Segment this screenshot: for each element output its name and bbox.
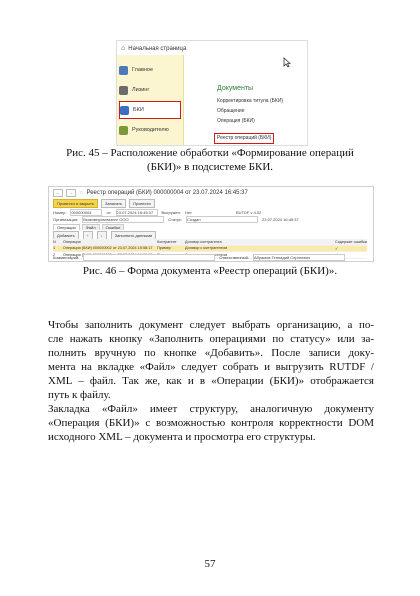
form-title-bar: ← → ☆ Реестр операций (БКИ) 000000004 от… xyxy=(53,189,248,197)
cell: Операция (БКИ) 000000002 от 23.07.2024 1… xyxy=(63,246,153,251)
responsible-label: Ответственный: xyxy=(219,255,249,260)
number-label: Номер: xyxy=(53,210,67,215)
sidebar-item-bki[interactable]: БКИ xyxy=(119,101,181,119)
sidebar-item-label: Руководителю xyxy=(132,127,169,133)
text-line: путь к файлу. xyxy=(48,389,111,401)
organization-row: Организация: Выжимпромлизинг ООО Статус:… xyxy=(53,216,299,223)
cursor-icon xyxy=(283,57,291,68)
cell: 1 xyxy=(53,246,56,251)
format-version: RUTDF v 4.02 xyxy=(235,210,262,215)
menu-icon xyxy=(119,65,128,75)
tab-errors[interactable]: Ошибки xyxy=(101,224,125,230)
organization-label: Организация: xyxy=(53,217,79,222)
cell: Пример xyxy=(157,246,171,251)
link-request[interactable]: Обращение xyxy=(217,106,283,116)
sidebar-item-label: БКИ xyxy=(133,107,144,113)
form-title: Реестр операций (БКИ) 000000004 от 23.07… xyxy=(86,190,248,196)
text-line: мента на вкладке «Файл» следует собрать … xyxy=(48,361,374,373)
sidebar-item-leasing[interactable]: Лизинг xyxy=(119,81,181,99)
check-icon: ✓ xyxy=(335,246,339,251)
star-icon[interactable]: ☆ xyxy=(79,190,83,196)
paragraph-2: Закладка «Файл» имеет структуру, аналоги… xyxy=(48,402,374,444)
save-button[interactable]: Записать xyxy=(100,199,127,208)
column-header[interactable]: Содержит ошибки xyxy=(335,240,367,244)
text-line: полнить вручную по кнопке «Добавить». По… xyxy=(48,347,374,359)
chart-icon xyxy=(119,125,128,135)
text-line: Закладка «Файл» имеет структуру, аналоги… xyxy=(48,403,374,415)
figure-46-caption: Рис. 46 – Форма документа «Реестр операц… xyxy=(82,265,338,277)
figure-45-screenshot: ⌂ Начальная страница Главное Лизинг БКИ … xyxy=(116,40,308,146)
figure-46-screenshot: ← → ☆ Реестр операций (БКИ) 000000004 от… xyxy=(48,186,374,262)
date-field[interactable]: 23.07.2024 16:45:37 xyxy=(115,209,158,216)
home-icon: ⌂ xyxy=(121,45,126,52)
paragraph-1: Чтобы заполнить документ следует выбрать… xyxy=(48,318,374,402)
status-label: Статус: xyxy=(168,217,183,222)
post-and-close-button[interactable]: Провести и закрыть xyxy=(53,199,98,208)
link-operation[interactable]: Операция (БКИ) xyxy=(217,116,283,126)
sidebar-item-label: Лизинг xyxy=(132,87,150,93)
tab-operations[interactable]: Операции xyxy=(53,224,80,230)
sidebar-item-label: Главное xyxy=(132,67,154,73)
home-label: Начальная страница xyxy=(128,45,187,52)
number-row: Номер: 000000004 от: 23.07.2024 16:45:37… xyxy=(53,209,261,216)
uploaded-value: Нет xyxy=(184,210,192,215)
bki-icon xyxy=(120,105,129,115)
post-button[interactable]: Провести xyxy=(129,199,155,208)
comment-label: Комментарий: xyxy=(53,255,80,260)
text-line: Чтобы заполнить документ следует выбрать… xyxy=(48,319,374,331)
sidebar-item-main[interactable]: Главное xyxy=(119,61,181,79)
caption-line: Рис. 45 – Расположение обработки «Формир… xyxy=(66,147,354,159)
page-number: 57 xyxy=(204,558,216,570)
responsible-field[interactable]: Абрамов Геннадий Сергеевич xyxy=(253,254,345,261)
link-operations-registry[interactable]: Реестр операций (БКИ) xyxy=(214,133,275,144)
date-label: от: xyxy=(106,210,112,215)
sidebar-item-manager[interactable]: Руководителю xyxy=(119,121,181,139)
documents-section: Документы Корректировка титула (БКИ) Обр… xyxy=(214,85,283,144)
home-tab[interactable]: ⌂ Начальная страница xyxy=(121,45,186,52)
column-header[interactable]: Операция xyxy=(63,240,157,244)
tab-file[interactable]: Файл xyxy=(81,224,100,230)
form-toolbar: Провести и закрыть Записать Провести xyxy=(53,199,155,208)
text-line: исходного XML – документа и просмотра ег… xyxy=(48,431,316,443)
uploaded-label: Выгружен: xyxy=(161,210,181,215)
number-field[interactable]: 000000004 xyxy=(70,209,103,216)
back-icon[interactable]: ← xyxy=(53,189,63,197)
sidebar: Главное Лизинг БКИ Руководителю xyxy=(117,55,184,145)
link-title-correction[interactable]: Корректировка титула (БКИ) xyxy=(217,96,283,106)
status-date: 23.07.2024 16:45:37 xyxy=(262,217,299,222)
column-header[interactable]: N xyxy=(53,240,63,244)
text-line: «Операция (БКИ)» с возможностью контроля… xyxy=(48,417,374,429)
form-footer: Комментарий: Ответственный: Абрамов Генн… xyxy=(53,254,345,261)
section-title: Документы xyxy=(217,85,254,92)
forward-icon[interactable]: → xyxy=(66,189,76,197)
caption-line: (БКИ)» в подсистеме БКИ. xyxy=(146,161,274,173)
organization-field[interactable]: Выжимпромлизинг ООО xyxy=(82,216,165,223)
figure-45-caption: Рис. 45 – Расположение обработки «Формир… xyxy=(40,146,380,174)
column-header[interactable]: Контрагент xyxy=(157,240,185,244)
form-tabs: Операции Файл Ошибки xyxy=(53,224,125,230)
comment-field[interactable] xyxy=(83,254,216,261)
column-header[interactable]: Договор контрагента xyxy=(185,240,335,244)
text-line: XML – файл. Так же, как и в «Операции (Б… xyxy=(48,375,374,387)
cell: Договор с контрагентом xyxy=(185,246,228,251)
leasing-icon xyxy=(119,85,128,95)
status-field[interactable]: Создан xyxy=(186,216,259,223)
text-line: сле нажать кнопку «Заполнить операциями … xyxy=(48,333,374,345)
